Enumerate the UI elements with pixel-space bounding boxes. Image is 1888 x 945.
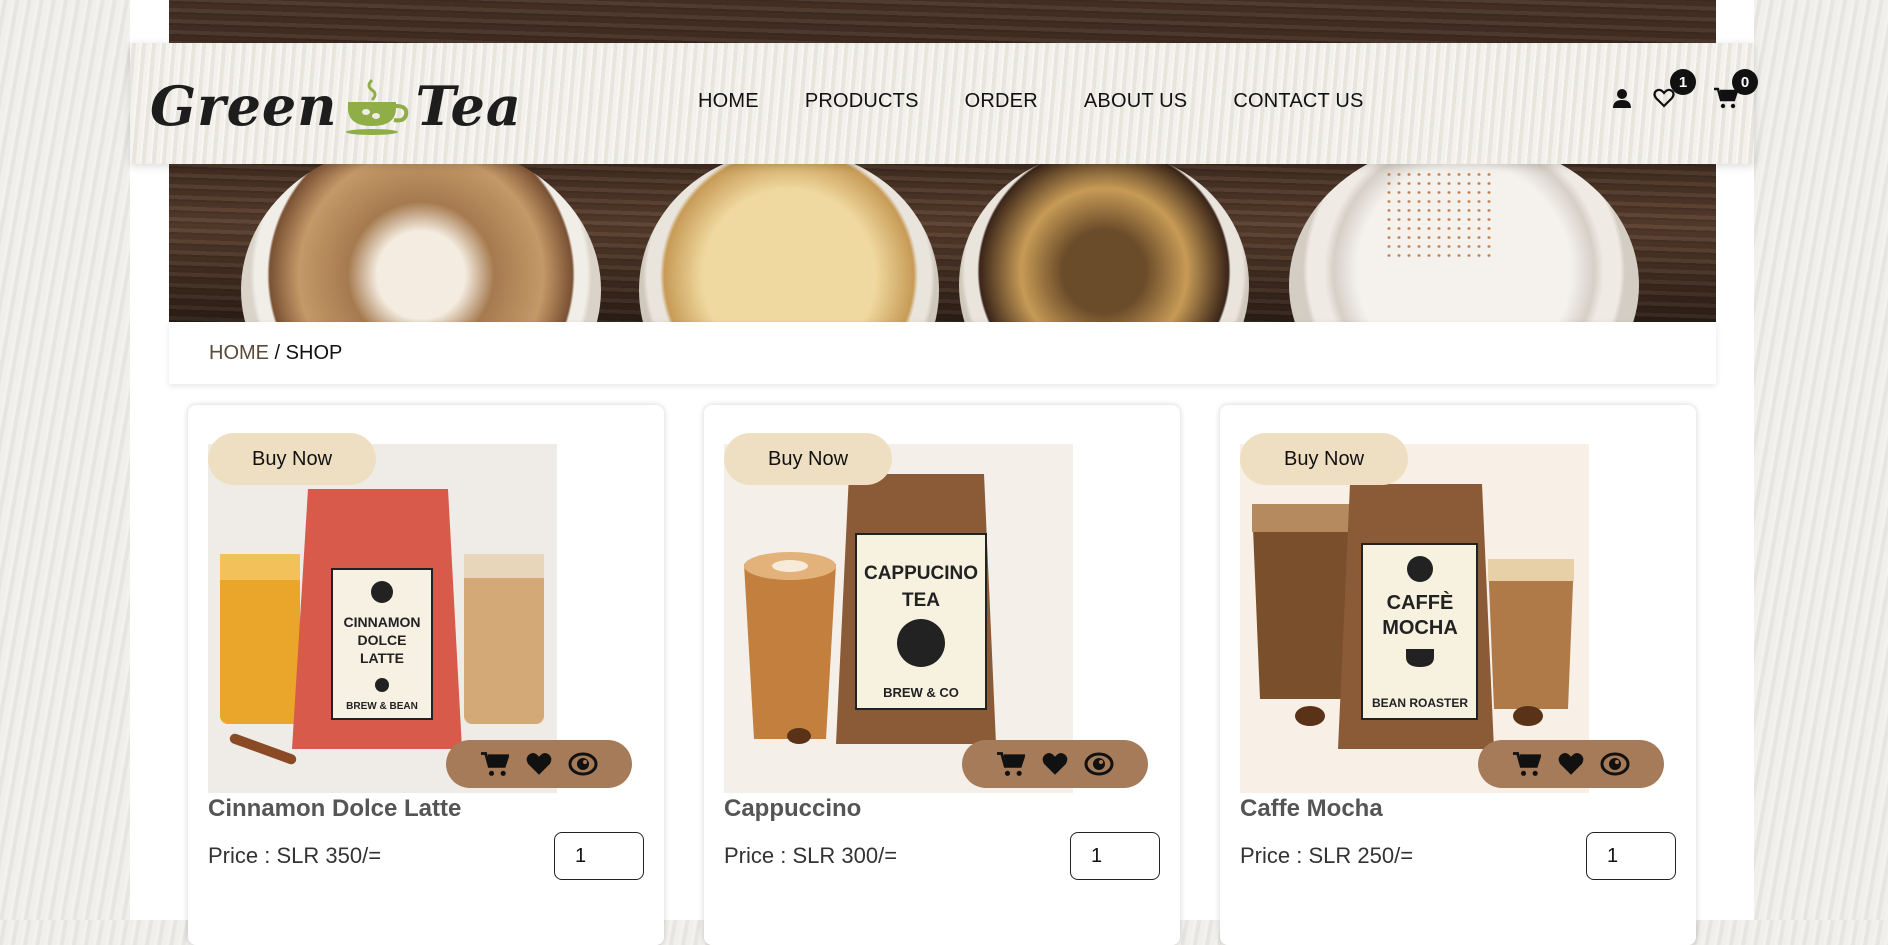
cart-count-badge: 0	[1732, 69, 1758, 95]
add-to-wishlist-heart-icon[interactable]	[1040, 749, 1070, 779]
product-actions	[962, 740, 1148, 788]
product-card: Buy Now CINNAMON DOLCE LATTE BREW & BEAN	[188, 405, 664, 945]
nav-contact-us[interactable]: CONTACT US	[1233, 90, 1363, 113]
label-brand: BREW & CO	[883, 685, 959, 700]
add-to-cart-icon[interactable]	[996, 749, 1026, 779]
quantity-input[interactable]	[554, 832, 644, 880]
logo-word-tea: Tea	[415, 74, 522, 138]
product-price: Price : SLR 250/=	[1240, 843, 1414, 868]
page: Green Tea HOME PRODUCTS ORDER ABOUT US C…	[130, 0, 1758, 945]
product-name[interactable]: Caffe Mocha	[1240, 795, 1383, 823]
wishlist-heart-icon[interactable]: 1	[1652, 69, 1696, 110]
nav-order[interactable]: ORDER	[965, 90, 1038, 113]
logo[interactable]: Green Tea	[150, 61, 522, 151]
product-price: Price : SLR 350/=	[208, 843, 382, 868]
label-line: DOLCE	[358, 632, 407, 648]
breadcrumb-home[interactable]: HOME	[209, 342, 269, 365]
quick-view-eye-icon[interactable]	[1600, 749, 1630, 779]
nav-home[interactable]: HOME	[698, 90, 759, 113]
nav-icons: 1 0	[1610, 69, 1758, 110]
quick-view-eye-icon[interactable]	[568, 749, 598, 779]
product-name[interactable]: Cinnamon Dolce Latte	[208, 795, 461, 823]
logo-word-green: Green	[150, 74, 338, 138]
buy-now-button[interactable]: Buy Now	[724, 433, 892, 485]
product-card: Buy Now CAFFÈ MOCHA BEAN ROASTER Caffe M…	[1220, 405, 1696, 945]
breadcrumb-current: SHOP	[285, 341, 343, 364]
breadcrumb: HOME / SHOP	[169, 322, 1716, 384]
label-line: TEA	[902, 590, 940, 611]
wishlist-count-badge: 1	[1670, 69, 1696, 95]
product-actions	[1478, 740, 1664, 788]
main-menu: HOME PRODUCTS ORDER ABOUT US CONTACT US	[698, 90, 1364, 113]
nav-products[interactable]: PRODUCTS	[805, 90, 919, 113]
add-to-cart-icon[interactable]	[480, 749, 510, 779]
product-price: Price : SLR 300/=	[724, 843, 898, 868]
add-to-wishlist-heart-icon[interactable]	[1556, 749, 1586, 779]
label-line: CAFFÈ	[1387, 591, 1454, 614]
quantity-input[interactable]	[1070, 832, 1160, 880]
navbar: Green Tea HOME PRODUCTS ORDER ABOUT US C…	[130, 43, 1758, 164]
label-line: MOCHA	[1382, 617, 1458, 639]
label-line: CINNAMON	[344, 614, 421, 630]
quantity-input[interactable]	[1586, 832, 1676, 880]
label-line: LATTE	[360, 650, 404, 666]
label-brand: BEAN ROASTER	[1372, 696, 1468, 710]
product-name[interactable]: Cappuccino	[724, 795, 861, 823]
label-brand: BREW & BEAN	[346, 701, 418, 712]
buy-now-button[interactable]: Buy Now	[208, 433, 376, 485]
add-to-cart-icon[interactable]	[1512, 749, 1542, 779]
cart-icon[interactable]: 0	[1714, 69, 1758, 110]
add-to-wishlist-heart-icon[interactable]	[524, 749, 554, 779]
label-line: CAPPUCINO	[864, 563, 978, 584]
tea-cup-logo-icon	[345, 78, 408, 135]
quick-view-eye-icon[interactable]	[1084, 749, 1114, 779]
buy-now-button[interactable]: Buy Now	[1240, 433, 1408, 485]
product-actions	[446, 740, 632, 788]
breadcrumb-separator: /	[269, 341, 286, 364]
product-card: Buy Now CAPPUCINO TEA BREW & CO Cappucci…	[704, 405, 1180, 945]
user-icon[interactable]	[1610, 86, 1634, 110]
nav-about-us[interactable]: ABOUT US	[1084, 90, 1187, 113]
